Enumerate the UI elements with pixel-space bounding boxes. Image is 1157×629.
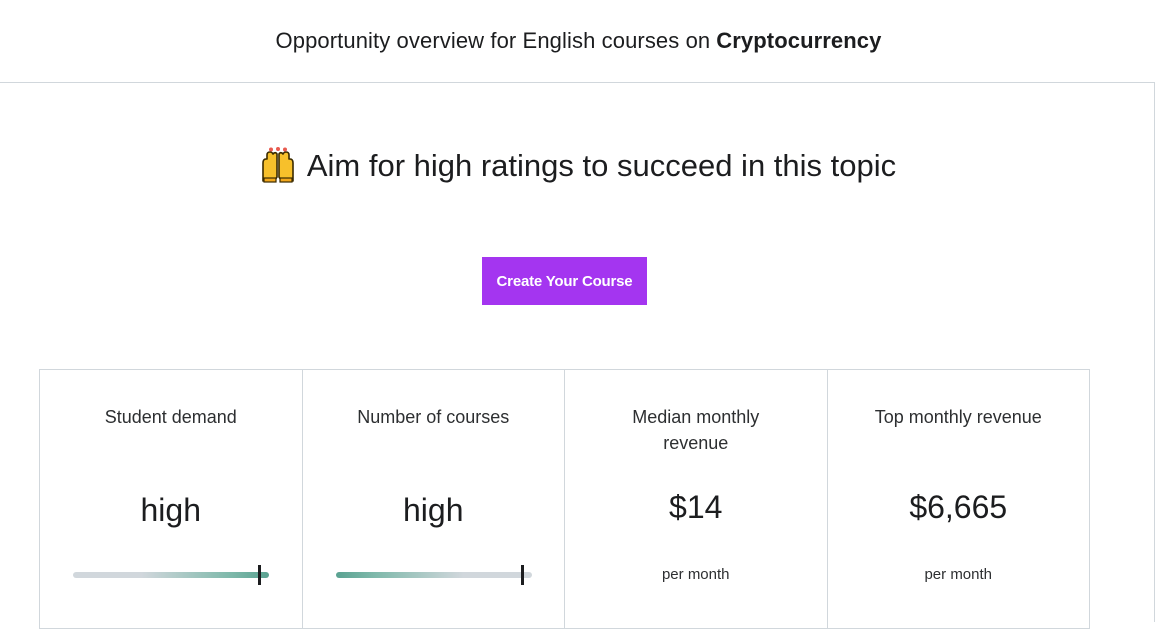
page-header: Opportunity overview for English courses…: [0, 0, 1157, 82]
metric-amount: $14: [669, 489, 723, 525]
metric-title: Number of courses: [357, 407, 510, 427]
metrics-row: Student demand high Number of courses hi…: [39, 369, 1090, 629]
courses-indicator-bar: [335, 565, 532, 585]
metric-number-of-courses: Number of courses high: [303, 370, 565, 628]
create-your-course-button[interactable]: Create Your Course: [482, 257, 647, 305]
metric-unit: per month: [924, 566, 993, 583]
raising-hands-icon: [262, 147, 294, 183]
headline-text: Aim for high ratings to succeed in this …: [306, 148, 897, 183]
metric-median-monthly-revenue: Median monthly revenue $14 per month: [565, 370, 828, 628]
opportunity-panel: Aim for high ratings to succeed in this …: [0, 82, 1155, 629]
header-topic: Cryptocurrency: [716, 28, 882, 53]
headline: Aim for high ratings to succeed in this …: [0, 147, 1155, 185]
metric-amount: $6,665: [909, 489, 1008, 525]
metric-level: high: [140, 492, 202, 528]
metric-level: high: [403, 492, 464, 528]
demand-indicator-marker: [258, 565, 261, 585]
metric-student-demand: Student demand high: [40, 370, 303, 628]
metric-title: Median monthly revenue: [632, 407, 760, 453]
metric-unit: per month: [661, 566, 730, 583]
demand-indicator-bar: [73, 565, 269, 585]
metric-title: Student demand: [104, 407, 237, 427]
header-prefix: Opportunity overview for English courses…: [275, 28, 711, 53]
courses-indicator-marker: [520, 565, 524, 585]
metric-title: Top monthly revenue: [874, 407, 1042, 427]
metric-top-monthly-revenue: Top monthly revenue $6,665 per month: [828, 370, 1090, 628]
